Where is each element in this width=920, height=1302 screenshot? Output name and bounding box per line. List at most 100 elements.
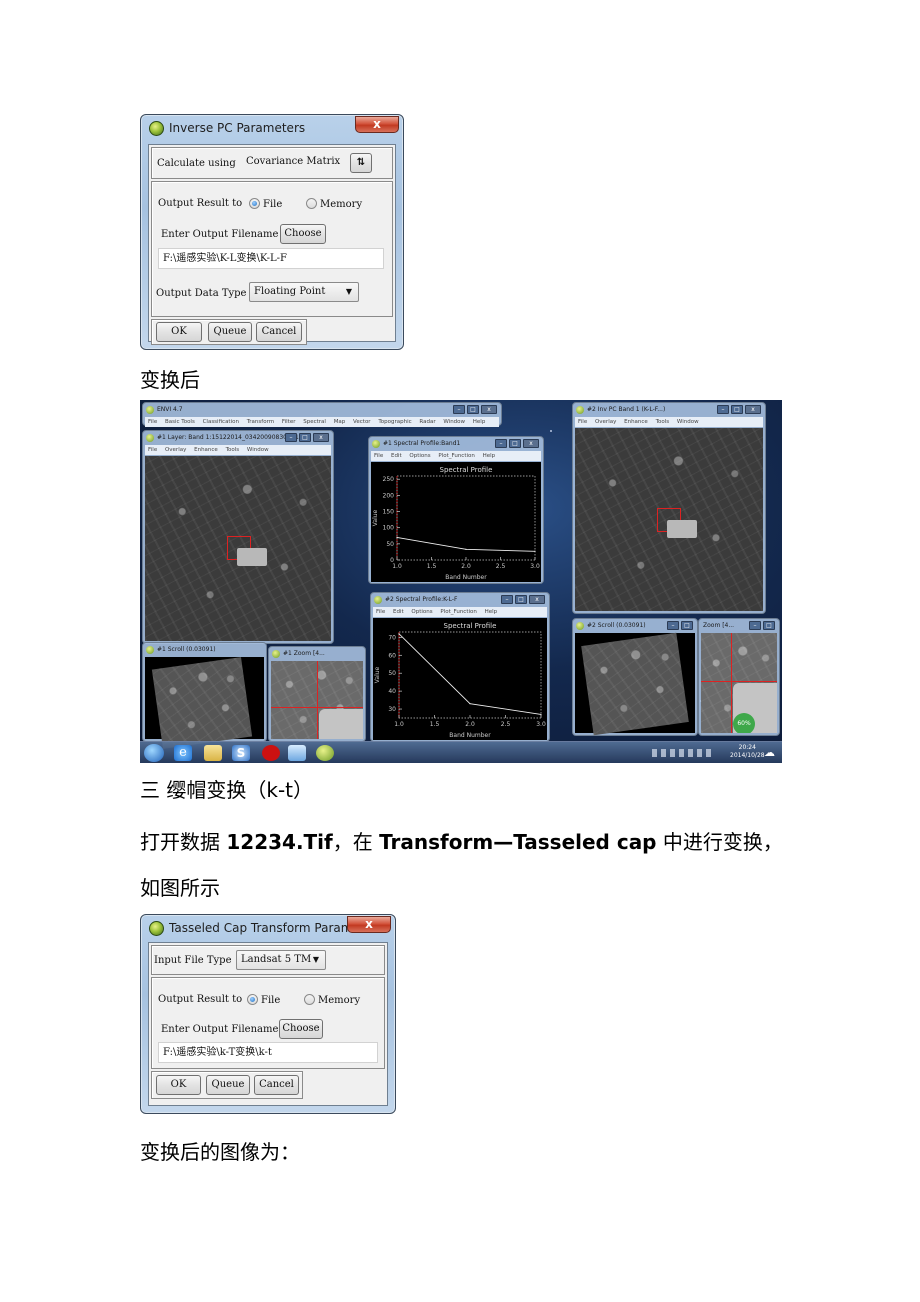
- menu-overlay[interactable]: Overlay: [165, 447, 186, 453]
- menu-help[interactable]: Help: [483, 453, 496, 459]
- zoom2-view[interactable]: 60%: [701, 633, 777, 733]
- scroll1-titlebar[interactable]: #1 Scroll (0.03091): [143, 643, 266, 657]
- radio-memory-indicator[interactable]: [306, 198, 317, 209]
- menu-file[interactable]: File: [376, 609, 385, 615]
- zoom1-view[interactable]: [271, 661, 363, 739]
- menu-plot-function[interactable]: Plot_Function: [438, 453, 475, 459]
- menu-edit[interactable]: Edit: [391, 453, 402, 459]
- radio-memory-indicator[interactable]: [304, 994, 315, 1005]
- menu-window[interactable]: Window: [677, 419, 699, 425]
- menu-enhance[interactable]: Enhance: [194, 447, 218, 453]
- menu-tools[interactable]: Tools: [656, 419, 670, 425]
- menu-filter[interactable]: Filter: [282, 419, 296, 425]
- menu-topographic[interactable]: Topographic: [378, 419, 411, 425]
- envi-taskbar-icon[interactable]: [316, 745, 334, 761]
- scroll1-view[interactable]: [145, 657, 264, 749]
- queue-button[interactable]: Queue: [206, 1075, 250, 1095]
- minimize-icon[interactable]: –: [453, 405, 465, 414]
- menu-window[interactable]: Window: [443, 419, 465, 425]
- file-explorer-icon[interactable]: [204, 745, 222, 761]
- menu-transform[interactable]: Transform: [247, 419, 274, 425]
- maximize-icon[interactable]: □: [509, 439, 521, 448]
- close-icon[interactable]: x: [313, 433, 329, 442]
- weather-icon[interactable]: ☁: [764, 746, 775, 759]
- ie-browser-icon[interactable]: e: [174, 745, 192, 761]
- menu-map[interactable]: Map: [334, 419, 346, 425]
- close-icon[interactable]: x: [745, 405, 761, 414]
- ok-button[interactable]: OK: [156, 1075, 201, 1095]
- cancel-button[interactable]: Cancel: [256, 322, 302, 342]
- menu-spectral[interactable]: Spectral: [303, 419, 326, 425]
- menu-help[interactable]: Help: [485, 609, 498, 615]
- datatype-select[interactable]: Floating Point ▼: [249, 282, 359, 302]
- menu-options[interactable]: Options: [411, 609, 432, 615]
- sogou-icon[interactable]: S: [232, 745, 250, 761]
- cancel-button[interactable]: Cancel: [254, 1075, 299, 1095]
- close-icon[interactable]: x: [481, 405, 497, 414]
- radio-file[interactable]: File: [249, 198, 282, 210]
- close-icon[interactable]: x: [523, 439, 539, 448]
- data-point: [540, 713, 542, 716]
- media-player-icon[interactable]: [262, 745, 280, 761]
- scroll2-view[interactable]: [575, 632, 695, 736]
- system-tray-icons[interactable]: [652, 749, 712, 757]
- input-type-select[interactable]: Landsat 5 TM ▼: [236, 950, 326, 970]
- queue-button[interactable]: Queue: [208, 322, 252, 342]
- menu-file[interactable]: File: [578, 419, 587, 425]
- menu-classification[interactable]: Classification: [203, 419, 239, 425]
- maximize-icon[interactable]: □: [515, 595, 527, 604]
- output-filename-input[interactable]: F:\遥感实验\k-T变换\k-t: [158, 1042, 378, 1063]
- satellite-image-band1[interactable]: [145, 456, 331, 641]
- menu-enhance[interactable]: Enhance: [624, 419, 648, 425]
- envi-main-titlebar[interactable]: ENVI 4.7: [143, 403, 501, 417]
- notepad-icon[interactable]: [288, 745, 306, 761]
- choose-button[interactable]: Choose: [280, 224, 326, 244]
- start-button-icon[interactable]: [144, 744, 164, 762]
- menu-basic-tools[interactable]: Basic Tools: [165, 419, 195, 425]
- calculate-method-value[interactable]: Covariance Matrix: [244, 151, 344, 175]
- maximize-icon[interactable]: □: [681, 621, 693, 630]
- system-clock[interactable]: 20:24 2014/10/28: [730, 744, 765, 760]
- satellite-image-inv-pc[interactable]: [575, 428, 763, 611]
- radio-file[interactable]: File: [247, 994, 280, 1006]
- zoom1-title: #1 Zoom [4...: [283, 650, 325, 657]
- menu-tools[interactable]: Tools: [226, 447, 240, 453]
- menu-help[interactable]: Help: [473, 419, 486, 425]
- minimize-icon[interactable]: –: [749, 621, 761, 630]
- menu-radar[interactable]: Radar: [419, 419, 435, 425]
- output-filename-input[interactable]: F:\遥感实验\K-L变换\K-L-F: [158, 248, 384, 269]
- maximize-icon[interactable]: □: [299, 433, 311, 442]
- minimize-icon[interactable]: –: [285, 433, 297, 442]
- radio-memory[interactable]: Memory: [306, 198, 362, 210]
- choose-button[interactable]: Choose: [279, 1019, 323, 1039]
- minimize-icon[interactable]: –: [667, 621, 679, 630]
- radio-memory[interactable]: Memory: [304, 994, 360, 1006]
- scroll1-window: #1 Scroll (0.03091): [142, 642, 267, 749]
- menu-window[interactable]: Window: [247, 447, 269, 453]
- menu-overlay[interactable]: Overlay: [595, 419, 616, 425]
- radio-file-indicator[interactable]: [247, 994, 258, 1005]
- radio-file-indicator[interactable]: [249, 198, 260, 209]
- menu-file[interactable]: File: [148, 419, 157, 425]
- menu-options[interactable]: Options: [409, 453, 430, 459]
- menu-file[interactable]: File: [148, 447, 157, 453]
- minimize-icon[interactable]: –: [717, 405, 729, 414]
- menu-vector[interactable]: Vector: [353, 419, 371, 425]
- maximize-icon[interactable]: □: [467, 405, 479, 414]
- close-button[interactable]: x: [355, 116, 399, 133]
- caption-result: 变换后的图像为：: [140, 1140, 300, 1164]
- close-icon[interactable]: x: [529, 595, 545, 604]
- menu-file[interactable]: File: [374, 453, 383, 459]
- filename-label: Enter Output Filename: [161, 1024, 279, 1035]
- minimize-icon[interactable]: –: [501, 595, 513, 604]
- menu-edit[interactable]: Edit: [393, 609, 404, 615]
- maximize-icon[interactable]: □: [731, 405, 743, 414]
- menu-plot-function[interactable]: Plot_Function: [440, 609, 477, 615]
- zoom1-titlebar[interactable]: #1 Zoom [4...: [269, 647, 365, 661]
- close-button[interactable]: x: [347, 916, 391, 933]
- maximize-icon[interactable]: □: [763, 621, 775, 630]
- ok-button[interactable]: OK: [156, 322, 202, 342]
- output-panel: Output Result to File Memory Enter Outpu…: [151, 977, 385, 1069]
- minimize-icon[interactable]: –: [495, 439, 507, 448]
- sort-arrows-icon[interactable]: ⇅: [350, 153, 372, 173]
